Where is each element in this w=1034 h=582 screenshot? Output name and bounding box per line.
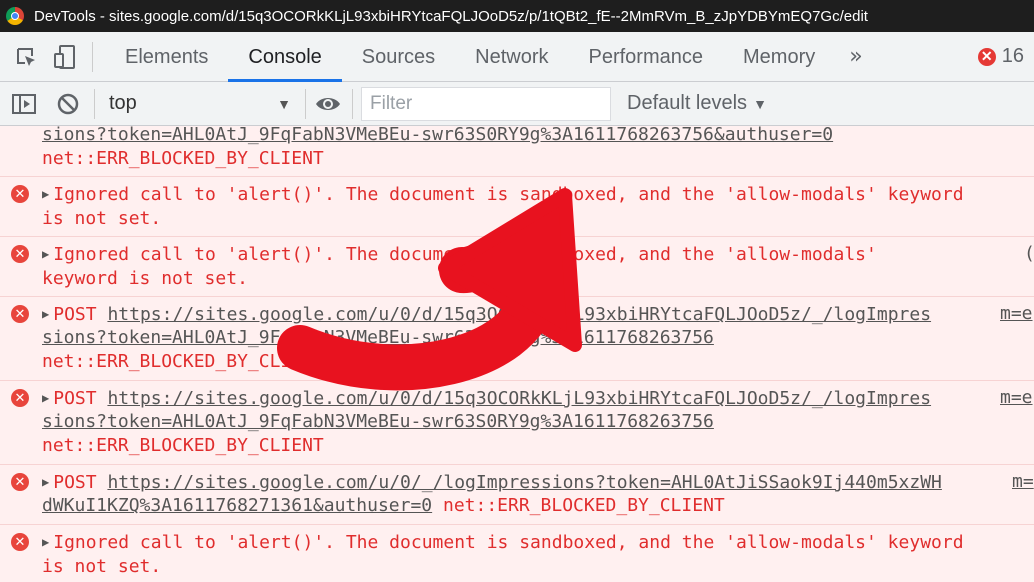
device-toolbar-icon[interactable] <box>50 41 82 73</box>
error-x-icon: ✕ <box>11 389 29 407</box>
request-url-line[interactable]: sions?token=AHL0AtJ_9FqFabN3VMeBEu-swr63… <box>42 126 833 147</box>
log-levels-dropdown[interactable]: Default levels ▼ <box>627 92 767 115</box>
console-toolbar: top ▼ Default levels ▼ <box>0 82 1034 126</box>
console-error-message: ✕ ▶ Ignored call to 'alert()'. The docume… <box>0 524 1034 582</box>
error-x-icon: ✕ <box>11 305 29 323</box>
request-method: POST <box>53 388 97 409</box>
expand-triangle-icon[interactable]: ▶ <box>42 391 49 405</box>
more-tabs-button[interactable]: » <box>835 44 876 69</box>
context-selector[interactable]: top ▼ <box>95 92 305 115</box>
filter-input[interactable] <box>361 86 611 121</box>
request-url[interactable]: https://sites.google.com/u/0/_/logImpres… <box>107 472 941 493</box>
tab-console[interactable]: Console <box>228 32 342 82</box>
devtools-tabbar: Elements Console Sources Network Perform… <box>0 32 1034 82</box>
context-value: top <box>109 92 137 114</box>
source-link[interactable]: m=e <box>1000 387 1033 408</box>
error-x-icon: ✕ <box>11 533 29 551</box>
expand-triangle-icon[interactable]: ▶ <box>42 535 49 549</box>
window-title: DevTools - sites.google.com/d/15q3OCORkK… <box>34 7 868 25</box>
window-titlebar: DevTools - sites.google.com/d/15q3OCORkK… <box>0 0 1034 32</box>
request-url[interactable]: dWKuI1KZQ%3A1611768271361&authuser=0 <box>42 495 432 516</box>
tab-elements[interactable]: Elements <box>105 32 228 82</box>
request-method: POST <box>53 304 97 325</box>
expand-triangle-icon[interactable]: ▶ <box>42 247 49 261</box>
error-text: Ignored call to 'alert()'. The document … <box>53 244 877 265</box>
error-x-icon: ✕ <box>11 245 29 263</box>
expand-triangle-icon[interactable]: ▶ <box>42 187 49 201</box>
expand-triangle-icon[interactable]: ▶ <box>42 307 49 321</box>
dropdown-caret-icon: ▼ <box>753 96 767 112</box>
source-link[interactable]: m=e <box>1000 303 1033 324</box>
tab-network[interactable]: Network <box>455 32 568 82</box>
error-x-icon: ✕ <box>11 185 29 203</box>
console-error-message: ✕ ▶ Ignored call to 'alert()'. The docume… <box>0 176 1034 236</box>
tab-memory[interactable]: Memory <box>723 32 835 82</box>
error-text: net::ERR_BLOCKED_BY_CLIENT <box>42 148 324 169</box>
clear-console-icon[interactable] <box>52 88 84 120</box>
error-count-badge[interactable]: ✕ 16 <box>977 45 1024 68</box>
request-url[interactable]: sions?token=AHL0AtJ_9FqFabN3VMeBEu-swr63… <box>42 327 714 348</box>
tab-performance[interactable]: Performance <box>569 32 724 82</box>
inspect-element-icon[interactable] <box>10 41 42 73</box>
request-url[interactable]: sions?token=AHL0AtJ_9FqFabN3VMeBEu-swr63… <box>42 411 714 432</box>
log-levels-label: Default levels <box>627 92 748 114</box>
console-sidebar-icon[interactable] <box>8 88 40 120</box>
tab-sources[interactable]: Sources <box>342 32 455 82</box>
error-text: Ignored call to 'alert()'. The document … <box>53 532 964 553</box>
chrome-logo-icon <box>6 7 24 25</box>
error-x-icon: ✕ <box>977 47 996 66</box>
toolbar-divider <box>305 88 306 119</box>
console-error-message: ✕ ▶ Ignored call to 'alert()'. The docume… <box>0 236 1034 296</box>
expand-triangle-icon[interactable]: ▶ <box>42 475 49 489</box>
error-text: keyword is not set. <box>42 268 248 289</box>
error-text: is not set. <box>42 556 162 577</box>
console-error-message: sions?token=AHL0AtJ_9FqFabN3VMeBEu-swr63… <box>0 126 1034 176</box>
console-error-message: ✕ ▶ POST https://sites.google.com/u/0/_/l… <box>0 464 1034 524</box>
source-link[interactable]: ( <box>1024 242 1034 266</box>
source-link[interactable]: m= <box>1012 471 1034 492</box>
error-text: is not set. <box>42 208 162 229</box>
request-url[interactable]: https://sites.google.com/u/0/d/15q3OCORk… <box>107 304 931 325</box>
error-count: 16 <box>1001 45 1024 67</box>
error-text: net::ERR_BLOCKED_BY_CLIENT <box>442 495 725 516</box>
error-text: Ignored call to 'alert()'. The document … <box>53 184 964 205</box>
request-url[interactable]: sions?token=AHL0AtJ_9FqFabN3VMeBEu-swr63… <box>42 126 833 145</box>
console-messages[interactable]: sions?token=AHL0AtJ_9FqFabN3VMeBEu-swr63… <box>0 126 1034 582</box>
console-error-message: ✕ ▶ POST https://sites.google.com/u/0/d/1… <box>0 296 1034 380</box>
toolbar-divider <box>92 41 93 72</box>
request-url[interactable]: https://sites.google.com/u/0/d/15q3OCORk… <box>107 388 931 409</box>
error-text: net::ERR_BLOCKED_BY_CLIENT <box>42 351 324 372</box>
console-error-message: ✕ ▶ POST https://sites.google.com/u/0/d/1… <box>0 380 1034 464</box>
live-expression-icon[interactable] <box>312 88 344 120</box>
request-method: POST <box>53 472 97 493</box>
toolbar-divider <box>352 88 353 119</box>
error-x-icon: ✕ <box>11 473 29 491</box>
error-text: net::ERR_BLOCKED_BY_CLIENT <box>42 435 324 456</box>
dropdown-caret-icon: ▼ <box>277 95 291 112</box>
